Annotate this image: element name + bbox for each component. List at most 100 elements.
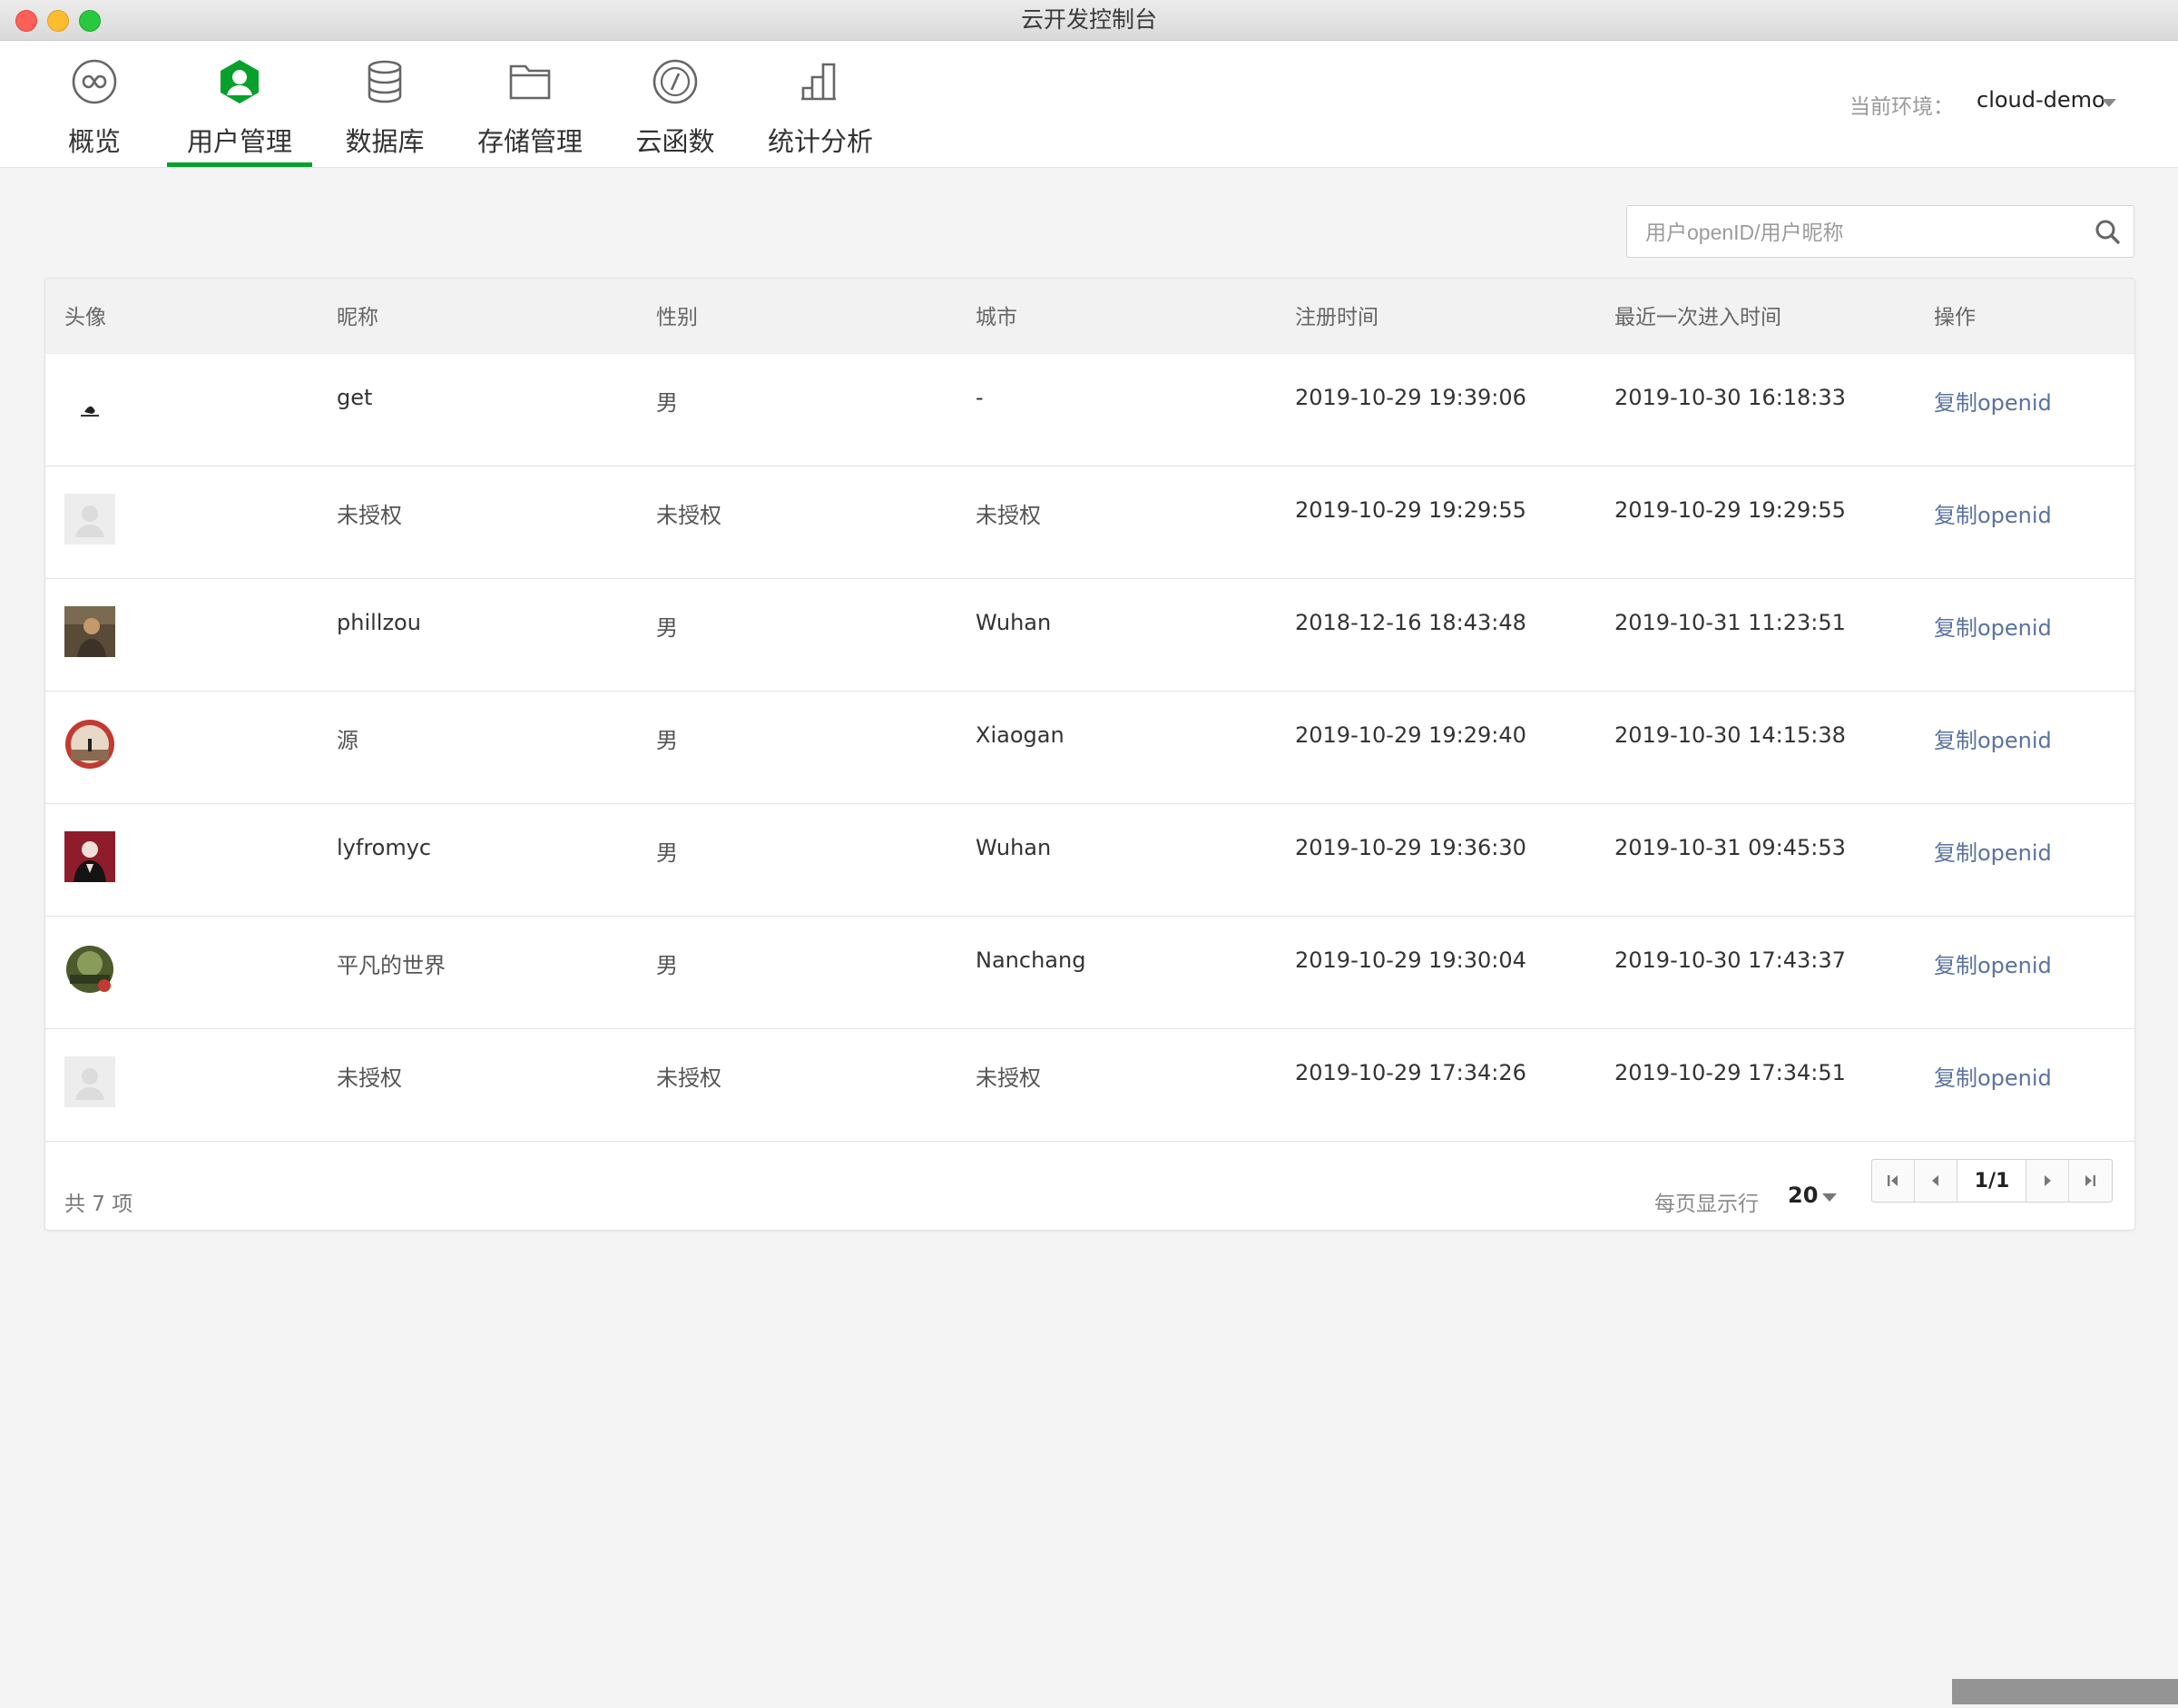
per-page-label: 每页显示行 (1654, 1193, 1759, 1216)
copy-openid-link[interactable]: 复制openid (1934, 1060, 2052, 1092)
pagination: 1/1 (1871, 1159, 2113, 1202)
copy-openid-link[interactable]: 复制openid (1934, 947, 2052, 979)
last-visit-time: 2019-10-30 14:15:38 (1614, 722, 1846, 748)
gender: 未授权 (656, 503, 721, 528)
city: Xiaogan (976, 722, 1064, 748)
top-nav: 概览 用户管理 数据库 存储管理 云函数 统计分析 当前环境： cloud-de… (0, 41, 2178, 168)
last-page-button[interactable] (2069, 1160, 2111, 1202)
copy-openid-link[interactable]: 复制openid (1934, 610, 2052, 642)
table-row: lyfromyc 男 Wuhan 2019-10-29 19:36:30 201… (45, 803, 2134, 917)
table-row: 未授权 未授权 未授权 2019-10-29 19:29:55 2019-10-… (45, 466, 2134, 579)
tab-label: 概览 (67, 126, 121, 157)
window-titlebar: 云开发控制台 (0, 0, 2178, 41)
tab-cloud-functions[interactable]: 云函数 (634, 41, 716, 167)
first-page-button[interactable] (1872, 1160, 1915, 1202)
env-selector[interactable]: cloud-demo (1977, 87, 2105, 113)
nickname: 未授权 (337, 1065, 402, 1091)
first-page-icon (1888, 1175, 1898, 1186)
nickname: 平凡的世界 (337, 953, 446, 978)
table-row: phillzou 男 Wuhan 2018-12-16 18:43:48 201… (45, 578, 2134, 692)
prev-page-button[interactable] (1915, 1160, 1957, 1202)
tab-label: 数据库 (345, 126, 425, 157)
registered-time: 2019-10-29 19:39:06 (1295, 385, 1526, 410)
column-header-gender: 性别 (656, 306, 698, 329)
gender: 未授权 (656, 1065, 721, 1091)
copy-openid-link[interactable]: 复制openid (1934, 497, 2052, 529)
last-visit-time: 2019-10-30 17:43:37 (1614, 947, 1846, 973)
city: Wuhan (976, 835, 1052, 860)
avatar (64, 606, 115, 657)
column-header-nickname: 昵称 (337, 306, 378, 329)
next-page-icon (2045, 1175, 2051, 1186)
infinity-icon (72, 59, 117, 104)
nickname: lyfromyc (337, 835, 432, 860)
table-row: get 男 - 2019-10-29 19:39:06 2019-10-30 1… (45, 353, 2134, 466)
user-table: 头像 昵称 性别 城市 注册时间 最近一次进入时间 操作 get 男 - 201… (44, 278, 2135, 1231)
copy-openid-link[interactable]: 复制openid (1934, 835, 2052, 867)
column-header-last-visit: 最近一次进入时间 (1614, 306, 1781, 329)
search-icon[interactable] (2094, 218, 2121, 245)
chevron-down-icon[interactable] (1822, 1193, 1837, 1202)
search-box (1626, 205, 2134, 259)
nickname: phillzou (337, 610, 421, 635)
nickname: get (337, 385, 373, 410)
city: - (976, 385, 984, 410)
city: Nanchang (976, 947, 1086, 973)
horizontal-scrollbar[interactable] (1952, 1679, 2178, 1704)
gender: 男 (656, 390, 678, 416)
last-page-icon (2085, 1175, 2095, 1186)
bar-chart-icon (801, 63, 836, 101)
tab-label: 统计分析 (767, 126, 873, 157)
tab-label: 存储管理 (476, 126, 583, 157)
table-row: 未授权 未授权 未授权 2019-10-29 17:34:26 2019-10-… (45, 1028, 2134, 1142)
tab-analytics[interactable]: 统计分析 (766, 41, 875, 167)
nickname: 未授权 (337, 503, 402, 528)
last-visit-time: 2019-10-31 09:45:53 (1614, 835, 1846, 860)
registered-time: 2019-10-29 19:29:55 (1295, 497, 1526, 523)
registered-time: 2019-10-29 17:34:26 (1295, 1060, 1526, 1085)
database-icon (368, 60, 402, 103)
last-visit-time: 2019-10-29 19:29:55 (1614, 497, 1846, 523)
registered-time: 2019-10-29 19:30:04 (1295, 947, 1526, 973)
table-header: 头像 昵称 性别 城市 注册时间 最近一次进入时间 操作 (45, 279, 2134, 354)
tab-overview[interactable]: 概览 (58, 41, 131, 167)
total-count: 共 7 项 (64, 1193, 133, 1216)
prev-page-icon (1932, 1175, 1938, 1186)
avatar (66, 946, 113, 993)
last-visit-time: 2019-10-30 16:18:33 (1614, 385, 1846, 410)
page-indicator: 1/1 (1958, 1160, 2026, 1202)
column-header-registered: 注册时间 (1295, 306, 1378, 329)
table-row: 平凡的世界 男 Nanchang 2019-10-29 19:30:04 201… (45, 916, 2134, 1029)
column-header-action: 操作 (1934, 306, 1976, 329)
gender: 男 (656, 728, 678, 753)
tab-label: 云函数 (635, 126, 715, 157)
avatar (64, 381, 115, 432)
gender: 男 (656, 953, 678, 978)
last-visit-time: 2019-10-29 17:34:51 (1614, 1060, 1846, 1085)
avatar (65, 720, 114, 769)
tab-storage[interactable]: 存储管理 (476, 41, 584, 167)
tab-user-management[interactable]: 用户管理 (167, 41, 312, 167)
registered-time: 2019-10-29 19:36:30 (1295, 835, 1526, 860)
city: 未授权 (976, 1065, 1041, 1091)
tab-database[interactable]: 数据库 (344, 41, 426, 167)
city: Wuhan (976, 610, 1052, 635)
column-header-city: 城市 (976, 306, 1017, 329)
search-input[interactable] (1643, 206, 2074, 259)
avatar (64, 831, 115, 882)
copy-openid-link[interactable]: 复制openid (1934, 385, 2052, 417)
per-page-select[interactable]: 20 (1788, 1183, 1818, 1208)
folder-icon (509, 64, 551, 100)
avatar (64, 494, 115, 545)
last-visit-time: 2019-10-31 11:23:51 (1614, 610, 1846, 635)
table-row: 源 男 Xiaogan 2019-10-29 19:29:40 2019-10-… (45, 691, 2134, 804)
column-header-avatar: 头像 (64, 306, 106, 329)
registered-time: 2018-12-16 18:43:48 (1295, 610, 1526, 635)
user-icon (221, 60, 259, 103)
window-title: 云开发控制台 (1020, 6, 1157, 33)
tab-label: 用户管理 (186, 126, 292, 157)
nickname: 源 (337, 728, 358, 753)
copy-openid-link[interactable]: 复制openid (1934, 722, 2052, 754)
next-page-button[interactable] (2026, 1160, 2069, 1202)
chevron-down-icon[interactable] (2102, 99, 2116, 107)
